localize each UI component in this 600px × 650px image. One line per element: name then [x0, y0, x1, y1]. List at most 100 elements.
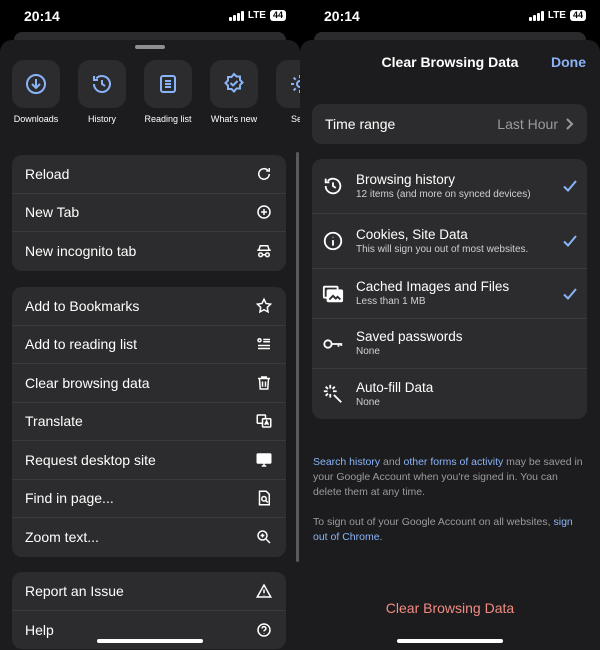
menu-group-navigation: Reload New Tab New incognito tab: [12, 155, 286, 271]
incognito-icon: [257, 245, 271, 258]
shortcut-label: What's new: [210, 114, 258, 124]
data-item-text: Cookies, Site Data This will sign you ou…: [350, 227, 555, 256]
menu-item-add-to-reading-list[interactable]: Add to reading list: [12, 326, 286, 364]
clear-data-sheet: Clear Browsing Data Done Time range Last…: [300, 40, 600, 650]
menu-item-label: Zoom text...: [25, 529, 99, 546]
chrome-menu-screen: 20:14 LTE 44 Downloads History Reading l…: [0, 0, 300, 650]
reload-icon: [258, 167, 270, 180]
shortcut-label: Reading list: [144, 114, 192, 124]
data-item-cookies[interactable]: Cookies, Site Data This will sign you ou…: [312, 214, 587, 269]
menu-item-add-to-bookmarks[interactable]: Add to Bookmarks: [12, 287, 286, 326]
data-item-title: Browsing history: [356, 171, 456, 187]
menu-item-reload[interactable]: Reload: [12, 155, 286, 194]
reading-list-add-icon: [257, 338, 270, 350]
find-in-page-icon: [258, 490, 270, 506]
shortcut-reading-list[interactable]: Reading list: [144, 60, 192, 124]
images-icon: [322, 285, 344, 302]
data-item-subtitle: None: [356, 346, 380, 357]
time-range-value: Last Hour: [497, 116, 558, 132]
status-bar: 20:14 LTE 44: [300, 0, 600, 34]
status-indicators: LTE 44: [228, 10, 286, 21]
network-label: LTE: [547, 10, 566, 21]
time-range-selector[interactable]: Time range Last Hour: [312, 104, 587, 144]
data-item-autofill[interactable]: Auto-fill Data None: [312, 369, 587, 419]
desktop-icon: [256, 453, 272, 467]
data-item-title: Cached Images and Files: [356, 279, 510, 294]
menu-item-label: Report an Issue: [25, 582, 124, 599]
menu-sheet: Downloads History Reading list What's ne…: [0, 40, 300, 650]
sheet-grabber[interactable]: [135, 45, 165, 49]
data-item-title: Cookies, Site Data: [356, 226, 468, 242]
data-item-title: Auto-fill Data: [356, 379, 434, 395]
other-activity-link[interactable]: other forms of activity: [403, 456, 503, 468]
time-range-label: Time range: [325, 116, 396, 132]
shortcut-downloads[interactable]: Downloads: [12, 60, 60, 124]
signal-icon: [528, 10, 544, 21]
battery-icon: 44: [569, 10, 586, 21]
menu-item-label: Find in page...: [25, 490, 114, 507]
home-indicator[interactable]: [97, 639, 203, 643]
data-item-subtitle: This will sign you out of most websites.: [356, 243, 529, 255]
battery-icon: 44: [269, 10, 286, 21]
chevron-right-icon: [566, 118, 574, 130]
shortcut-label: Downloads: [13, 114, 59, 124]
network-label: LTE: [247, 10, 266, 21]
shortcut-history[interactable]: History: [78, 60, 126, 124]
history-icon: [324, 177, 342, 195]
trash-icon: [258, 376, 270, 390]
status-indicators: LTE 44: [528, 10, 586, 21]
menu-item-label: Request desktop site: [25, 451, 156, 468]
time-range-value-group: Last Hour: [497, 116, 574, 132]
search-history-link[interactable]: Search history: [313, 456, 380, 468]
clear-browsing-data-screen: 20:14 LTE 44 Clear Browsing Data Done Ti…: [300, 0, 600, 650]
menu-item-zoom-text[interactable]: Zoom text...: [12, 518, 286, 557]
checkmark-icon: [563, 180, 577, 192]
status-time: 20:14: [24, 8, 60, 24]
clear-browsing-data-button[interactable]: Clear Browsing Data: [300, 600, 600, 616]
download-icon: [26, 74, 46, 94]
data-item-text: Cached Images and Files Less than 1 MB: [350, 279, 555, 308]
menu-item-label: Reload: [25, 165, 70, 182]
menu-item-new-incognito-tab[interactable]: New incognito tab: [12, 232, 286, 271]
sign-out-note: To sign out of your Google Account on al…: [313, 515, 588, 545]
menu-item-find-in-page[interactable]: Find in page...: [12, 480, 286, 518]
signal-icon: [228, 10, 244, 21]
data-item-subtitle: None: [356, 396, 380, 408]
history-icon: [93, 75, 111, 93]
menu-item-label: Add to reading list: [25, 336, 138, 353]
done-button[interactable]: Done: [551, 54, 586, 70]
data-item-saved-passwords[interactable]: Saved passwords None: [312, 319, 587, 369]
settings-gear-icon: [291, 75, 300, 93]
data-item-browsing-history[interactable]: Browsing history 12 items (and more on s…: [312, 159, 587, 214]
menu-item-label: New incognito tab: [25, 243, 137, 260]
menu-item-label: Translate: [25, 413, 83, 430]
menu-item-request-desktop-site[interactable]: Request desktop site: [12, 441, 286, 480]
menu-item-clear-browsing-data[interactable]: Clear browsing data: [12, 364, 286, 403]
menu-item-label: Clear browsing data: [25, 374, 150, 391]
status-time: 20:14: [324, 8, 360, 24]
zoom-icon: [257, 530, 271, 544]
menu-item-help[interactable]: Help: [12, 611, 286, 650]
menu-scrollbar[interactable]: [296, 152, 299, 562]
data-item-cached-images[interactable]: Cached Images and Files Less than 1 MB: [312, 269, 587, 319]
menu-item-translate[interactable]: Translate: [12, 403, 286, 441]
menu-item-label: Help: [25, 621, 54, 638]
shortcut-settings[interactable]: Setti: [276, 60, 300, 124]
autofill-sparkle-icon: [323, 384, 342, 403]
checkmark-icon: [563, 235, 577, 247]
status-bar: 20:14 LTE 44: [0, 0, 300, 34]
note-text: To sign out of your Google Account on al…: [313, 516, 554, 528]
info-icon: [323, 231, 343, 251]
menu-item-report-an-issue[interactable]: Report an Issue: [12, 572, 286, 611]
home-indicator[interactable]: [397, 639, 503, 643]
shortcut-label: Setti: [290, 114, 300, 124]
data-item-text: Auto-fill Data None: [350, 380, 555, 409]
menu-item-new-tab[interactable]: New Tab: [12, 194, 286, 232]
key-icon: [323, 338, 343, 349]
menu-item-label: Add to Bookmarks: [25, 297, 140, 314]
reading-list-icon: [160, 75, 176, 93]
data-item-subtitle: Less than 1 MB: [356, 296, 426, 307]
shortcut-whats-new[interactable]: What's new: [210, 60, 258, 124]
menu-item-label: New Tab: [25, 204, 80, 221]
data-type-list: Browsing history 12 items (and more on s…: [312, 159, 587, 419]
